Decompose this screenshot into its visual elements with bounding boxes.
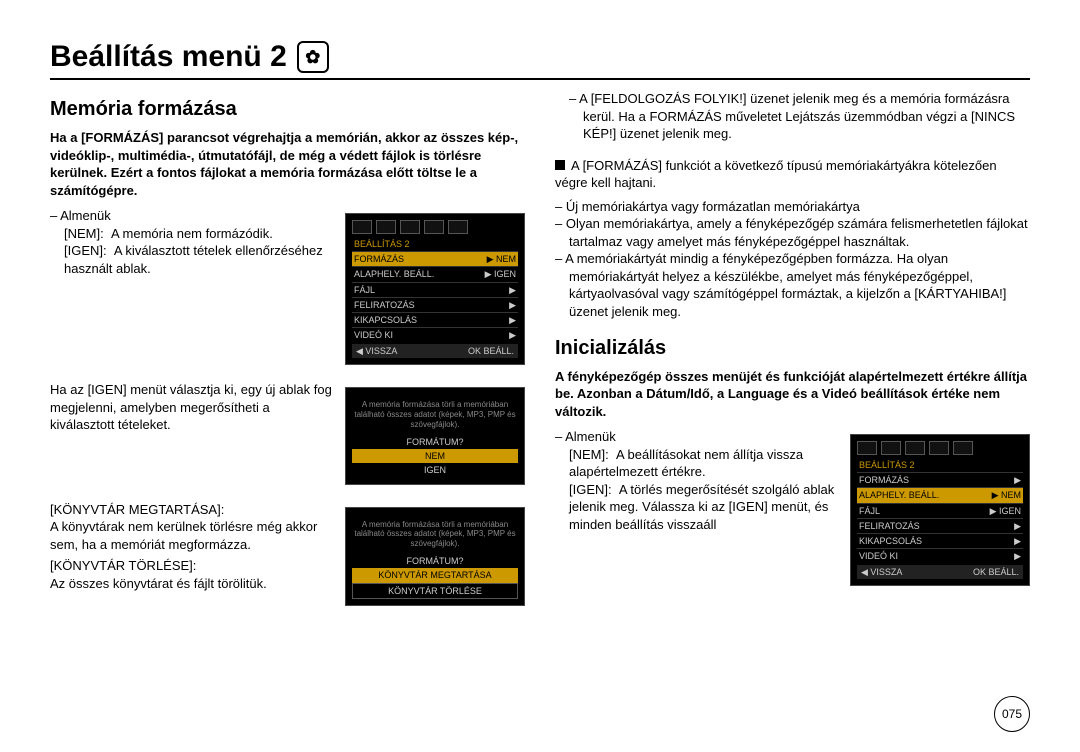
option-igen: [IGEN]: A kiválasztott tételek ellenőrzé… <box>64 242 335 277</box>
heading-initialize: Inicializálás <box>555 335 1030 362</box>
intro-text: Ha a [FORMÁZÁS] parancsot végrehajtja a … <box>50 129 525 199</box>
right-column: – A [FELDOLGOZÁS FOLYIK!] üzenet jelenik… <box>555 90 1030 612</box>
title-text: Beállítás menü 2 <box>50 40 287 74</box>
left-column: Memória formázása Ha a [FORMÁZÁS] paranc… <box>50 90 525 612</box>
delete-folder-label: [KÖNYVTÁR TÖRLÉSE]: <box>50 557 335 575</box>
camera-screenshot-folder-option: A memória formázása törli a memóriában t… <box>345 507 525 606</box>
gear-icon: ✿ <box>297 41 329 73</box>
square-bullet-icon <box>555 160 565 170</box>
camera-screenshot-settings: BEÁLLÍTÁS 2 FORMÁZÁS▶ NEM ALAPHELY. BEÁL… <box>345 213 525 365</box>
bullet-always-format: – A memóriakártyát mindig a fényképezőgé… <box>555 250 1030 320</box>
page-title: Beállítás menü 2 ✿ <box>50 40 1030 80</box>
heading-memory-format: Memória formázása <box>50 96 525 123</box>
option-nem: [NEM]: A memória nem formázódik. <box>64 225 335 243</box>
bullet-unknown-files: – Olyan memóriakártya, amely a fényképez… <box>555 215 1030 250</box>
keep-folder-text: A könyvtárak nem kerülnek törlésre még a… <box>50 518 335 553</box>
camera-screenshot-format-confirm: A memória formázása törli a memóriában t… <box>345 387 525 484</box>
camera-screenshot-init: BEÁLLÍTÁS 2 FORMÁZÁS▶ ALAPHELY. BEÁLL.▶ … <box>850 434 1030 586</box>
keep-folder-label: [KÖNYVTÁR MEGTARTÁSA]: <box>50 501 335 519</box>
must-format-note: A [FORMÁZÁS] funkciót a következő típusú… <box>555 157 1030 192</box>
bullet-new-card: – Új memóriakártya vagy formázatlan memó… <box>555 198 1030 216</box>
igen-explain: Ha az [IGEN] menüt választja ki, egy új … <box>50 381 335 434</box>
init-option-igen: [IGEN]: A törlés megerősítését szolgáló … <box>569 481 840 534</box>
submenu-label: – Almenük <box>50 207 335 225</box>
processing-note: – A [FELDOLGOZÁS FOLYIK!] üzenet jelenik… <box>555 90 1030 143</box>
delete-folder-text: Az összes könyvtárat és fájlt törölitük. <box>50 575 335 593</box>
init-intro: A fényképezőgép összes menüjét és funkci… <box>555 368 1030 421</box>
init-submenu-label: – Almenük <box>555 428 840 446</box>
page-number: 075 <box>994 696 1030 732</box>
init-option-nem: [NEM]: A beállításokat nem állítja vissz… <box>569 446 840 481</box>
